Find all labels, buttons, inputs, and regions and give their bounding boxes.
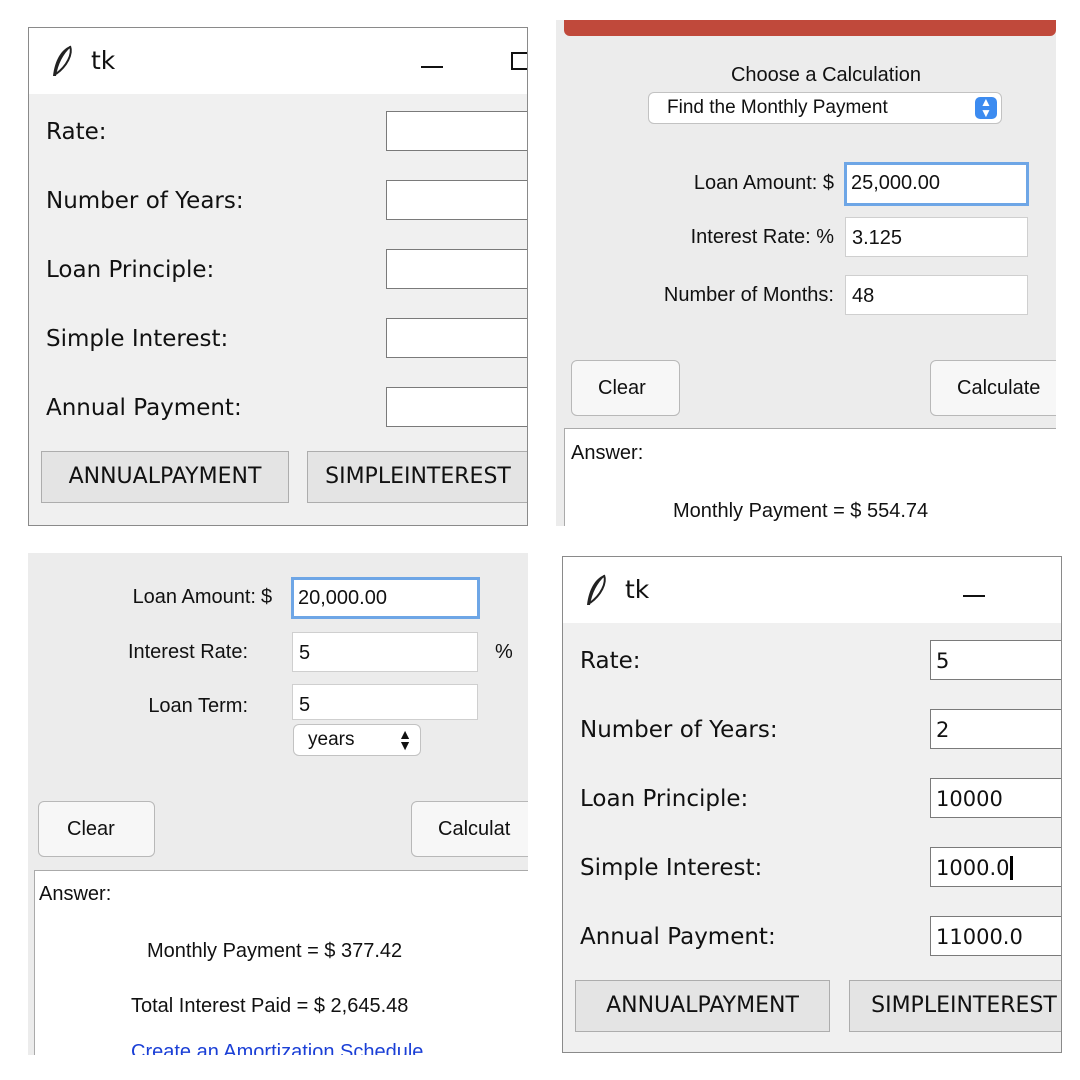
simple-interest-input[interactable]: [386, 318, 527, 358]
monthly-payment-result: Monthly Payment = $ 377.42: [147, 940, 403, 962]
percent-label: %: [495, 641, 513, 663]
principle-label: Loan Principle:: [46, 257, 215, 283]
tk-window-empty: tk Rate: Number of Years: Loan Principle…: [28, 27, 528, 526]
minimize-icon[interactable]: [963, 595, 985, 597]
simple-interest-label: Simple Interest:: [46, 326, 229, 352]
monthly-payment-result: Monthly Payment = $ 554.74: [673, 500, 929, 522]
rate-input[interactable]: [386, 111, 527, 151]
years-label: Number of Years:: [580, 717, 778, 743]
principle-input[interactable]: [386, 249, 527, 289]
interest-rate-input[interactable]: 3.125: [845, 217, 1028, 257]
principle-label: Loan Principle:: [580, 786, 749, 812]
answer-box: Answer: Monthly Payment = $ 377.42 Total…: [34, 870, 528, 1055]
loan-term-label: Loan Term:: [148, 695, 248, 717]
calculate-button[interactable]: Calculat: [411, 801, 528, 857]
interest-rate-label: Interest Rate:: [127, 641, 248, 663]
window-title: tk: [91, 46, 116, 75]
answer-box: Answer: Monthly Payment = $ 554.74: [564, 428, 1056, 526]
annual-payment-input[interactable]: 11000.0: [930, 916, 1061, 956]
interest-rate-input[interactable]: 5: [292, 632, 478, 672]
rate-input[interactable]: 5: [930, 640, 1061, 680]
loan-amount-input[interactable]: 20,000.00: [291, 577, 480, 619]
maximize-icon[interactable]: [511, 52, 527, 70]
principle-input[interactable]: 10000: [930, 778, 1061, 818]
loan-term-input[interactable]: 5: [292, 684, 478, 720]
simple-interest-button[interactable]: SIMPLEINTEREST: [849, 980, 1061, 1032]
simple-interest-label: Simple Interest:: [580, 855, 763, 881]
calculation-select[interactable]: Find the Monthly Payment ▲ ▼: [648, 92, 1002, 124]
calculation-select-value: Find the Monthly Payment: [667, 97, 888, 118]
updown-arrow-icon: ▲ ▼: [975, 96, 997, 119]
annual-payment-label: Annual Payment:: [580, 924, 776, 950]
loan-calculator: Loan Amount: $ 20,000.00 Interest Rate: …: [28, 553, 528, 1055]
loan-amount-label: Loan Amount: $: [693, 172, 834, 194]
annual-payment-input[interactable]: [386, 387, 527, 427]
years-input[interactable]: 2: [930, 709, 1061, 749]
updown-arrow-icon: ▲ ▼: [398, 726, 412, 753]
years-input[interactable]: [386, 180, 527, 220]
window-title: tk: [625, 575, 650, 604]
clear-button[interactable]: Clear: [38, 801, 155, 857]
loan-amount-input[interactable]: 25,000.00: [844, 162, 1029, 206]
title-bar: tk: [563, 557, 1061, 623]
annual-payment-button[interactable]: ANNUALPAYMENT: [575, 980, 830, 1032]
simple-interest-input[interactable]: 1000.0: [930, 847, 1061, 887]
rate-label: Rate:: [580, 648, 641, 674]
term-unit-select[interactable]: years ▲ ▼: [293, 724, 421, 756]
text-cursor: [1010, 856, 1014, 880]
years-label: Number of Years:: [46, 188, 244, 214]
answer-label: Answer:: [571, 442, 644, 464]
calculation-heading: Choose a Calculation: [730, 64, 922, 86]
amortization-schedule-link[interactable]: Create an Amortization Schedule: [131, 1041, 423, 1055]
monthly-payment-calculator: Choose a Calculation Find the Monthly Pa…: [556, 20, 1056, 526]
window-accent-bar: [564, 20, 1056, 36]
tk-feather-icon: [587, 574, 606, 605]
answer-label: Answer:: [39, 883, 112, 905]
calculate-button[interactable]: Calculate: [930, 360, 1056, 416]
term-unit-value: years: [308, 729, 355, 750]
annual-payment-label: Annual Payment:: [46, 395, 242, 421]
simple-interest-button[interactable]: SIMPLEINTEREST: [307, 451, 527, 503]
interest-rate-label: Interest Rate: %: [690, 226, 834, 248]
clear-button[interactable]: Clear: [571, 360, 680, 416]
currency-label: $: [261, 586, 273, 608]
total-interest-result: Total Interest Paid = $ 2,645.48: [131, 995, 409, 1017]
tk-window-filled: tk Rate: 5 Number of Years: 2 Loan Princ…: [562, 556, 1062, 1053]
annual-payment-button[interactable]: ANNUALPAYMENT: [41, 451, 289, 503]
months-input[interactable]: 48: [845, 275, 1028, 315]
title-bar: tk: [29, 28, 527, 94]
simple-interest-value: 1000.0: [936, 856, 1010, 880]
minimize-icon[interactable]: [421, 66, 443, 68]
rate-label: Rate:: [46, 119, 107, 145]
months-label: Number of Months:: [663, 284, 834, 306]
loan-amount-label: Loan Amount:: [132, 586, 256, 608]
tk-feather-icon: [53, 45, 72, 76]
